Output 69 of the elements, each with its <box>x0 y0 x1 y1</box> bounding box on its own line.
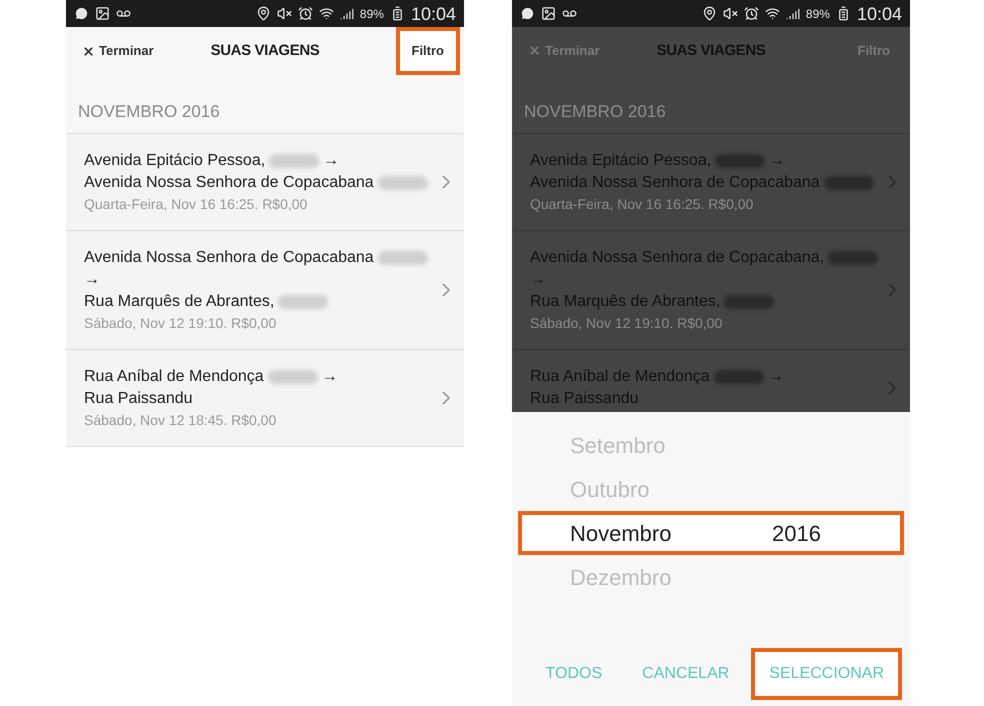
chevron-icon <box>442 175 450 189</box>
dialog-button[interactable]: TODOS <box>528 648 620 700</box>
month-option[interactable]: Outubro <box>522 472 772 506</box>
redaction-blur <box>828 250 878 264</box>
address-text: Avenida Nossa Senhora de Copacabana <box>84 173 374 193</box>
month-option[interactable]: Novembro <box>522 516 772 550</box>
trip-item[interactable]: Rua Aníbal de Mendonça → Rua Paissandu Sábado, Nov 12 18:45. R$0,00 <box>66 349 464 446</box>
trip-date: Quarta-Feira, Nov 16 16:25. R$0,00 <box>530 194 754 214</box>
trip-date: Sábado, Nov 12 19:10. R$0,00 <box>530 314 724 332</box>
chevron-icon <box>442 283 450 297</box>
address-text: → <box>530 270 546 290</box>
mute-icon <box>722 6 738 21</box>
dialog-button[interactable]: CANCELAR <box>624 648 748 700</box>
redaction-blur <box>378 176 428 190</box>
close-button[interactable]: Terminar <box>82 41 192 61</box>
address-text: → <box>84 270 100 290</box>
address-text: → <box>768 366 784 386</box>
messenger-icon <box>520 6 535 21</box>
chevron-icon <box>888 174 896 188</box>
address-text: → <box>323 151 340 171</box>
wifi-icon <box>764 6 780 21</box>
mute-icon <box>276 6 292 21</box>
redaction-blur <box>715 154 766 168</box>
address-text: Rua Paissandu <box>84 389 193 409</box>
section-heading: NOVEMBRO 2016 <box>78 102 220 121</box>
clock: 10:04 <box>410 4 456 22</box>
signal-icon <box>340 6 354 20</box>
address-text: Rua Marquês de Abrantes, <box>84 292 274 312</box>
chevron-icon <box>888 380 896 394</box>
redaction-blur <box>378 251 428 265</box>
alarm-icon <box>744 6 759 21</box>
wifi-icon <box>318 6 334 21</box>
address-text: Rua Aníbal de Mendonça <box>84 367 264 387</box>
trip-item[interactable]: Avenida Epitácio Pessoa, → Avenida Nossa Senhora de Copacabana Quarta-Feira, Nov 16 16:25. R$0,00 <box>66 133 464 230</box>
redaction-blur <box>724 294 774 308</box>
trip-date: Sábado, Nov 12 19:10. R$0,00 <box>84 314 278 333</box>
redaction-blur <box>269 154 320 168</box>
close-icon <box>82 44 95 58</box>
redaction-blur <box>714 370 764 384</box>
signal-icon <box>786 6 800 20</box>
alarm-icon <box>298 6 313 21</box>
month-option[interactable]: Setembro <box>522 428 772 462</box>
address-text: Avenida Nossa Senhora de Copacabana <box>84 248 374 268</box>
messenger-icon <box>74 6 89 21</box>
year-option[interactable]: 2016 <box>772 516 821 550</box>
section-heading: NOVEMBRO 2016 <box>524 102 666 120</box>
chevron-icon <box>888 282 896 296</box>
redaction-blur <box>278 295 328 309</box>
address-text: Avenida Epitácio Pessoa, <box>84 151 266 171</box>
screen-title: SUAS VIAGENS <box>210 40 320 61</box>
location-icon <box>256 6 271 21</box>
dialog-button[interactable]: SELECCIONAR <box>751 648 902 700</box>
location-icon <box>702 6 717 21</box>
battery-percent: 89% <box>806 6 830 22</box>
image-icon <box>541 6 556 21</box>
address-text: → <box>769 150 786 170</box>
filter-button[interactable]: Filtro <box>396 27 460 75</box>
redaction-blur <box>824 176 874 190</box>
image-icon <box>95 6 110 21</box>
close-icon <box>528 44 541 58</box>
battery-percent: 89% <box>360 6 384 22</box>
chevron-icon <box>442 391 450 405</box>
trip-date: Quarta-Feira, Nov 16 16:25. R$0,00 <box>84 195 308 214</box>
month-option[interactable]: Dezembro <box>522 560 772 594</box>
clock: 10:04 <box>856 4 902 22</box>
address-text: → <box>322 367 338 387</box>
redaction-blur <box>268 370 318 384</box>
trip-item[interactable]: Avenida Nossa Senhora de Copacabana → Rua Marquês de Abrantes, Sábado, Nov 12 19:10. R$0,00 <box>66 230 464 349</box>
trip-date: Sábado, Nov 12 18:45. R$0,00 <box>84 411 278 430</box>
